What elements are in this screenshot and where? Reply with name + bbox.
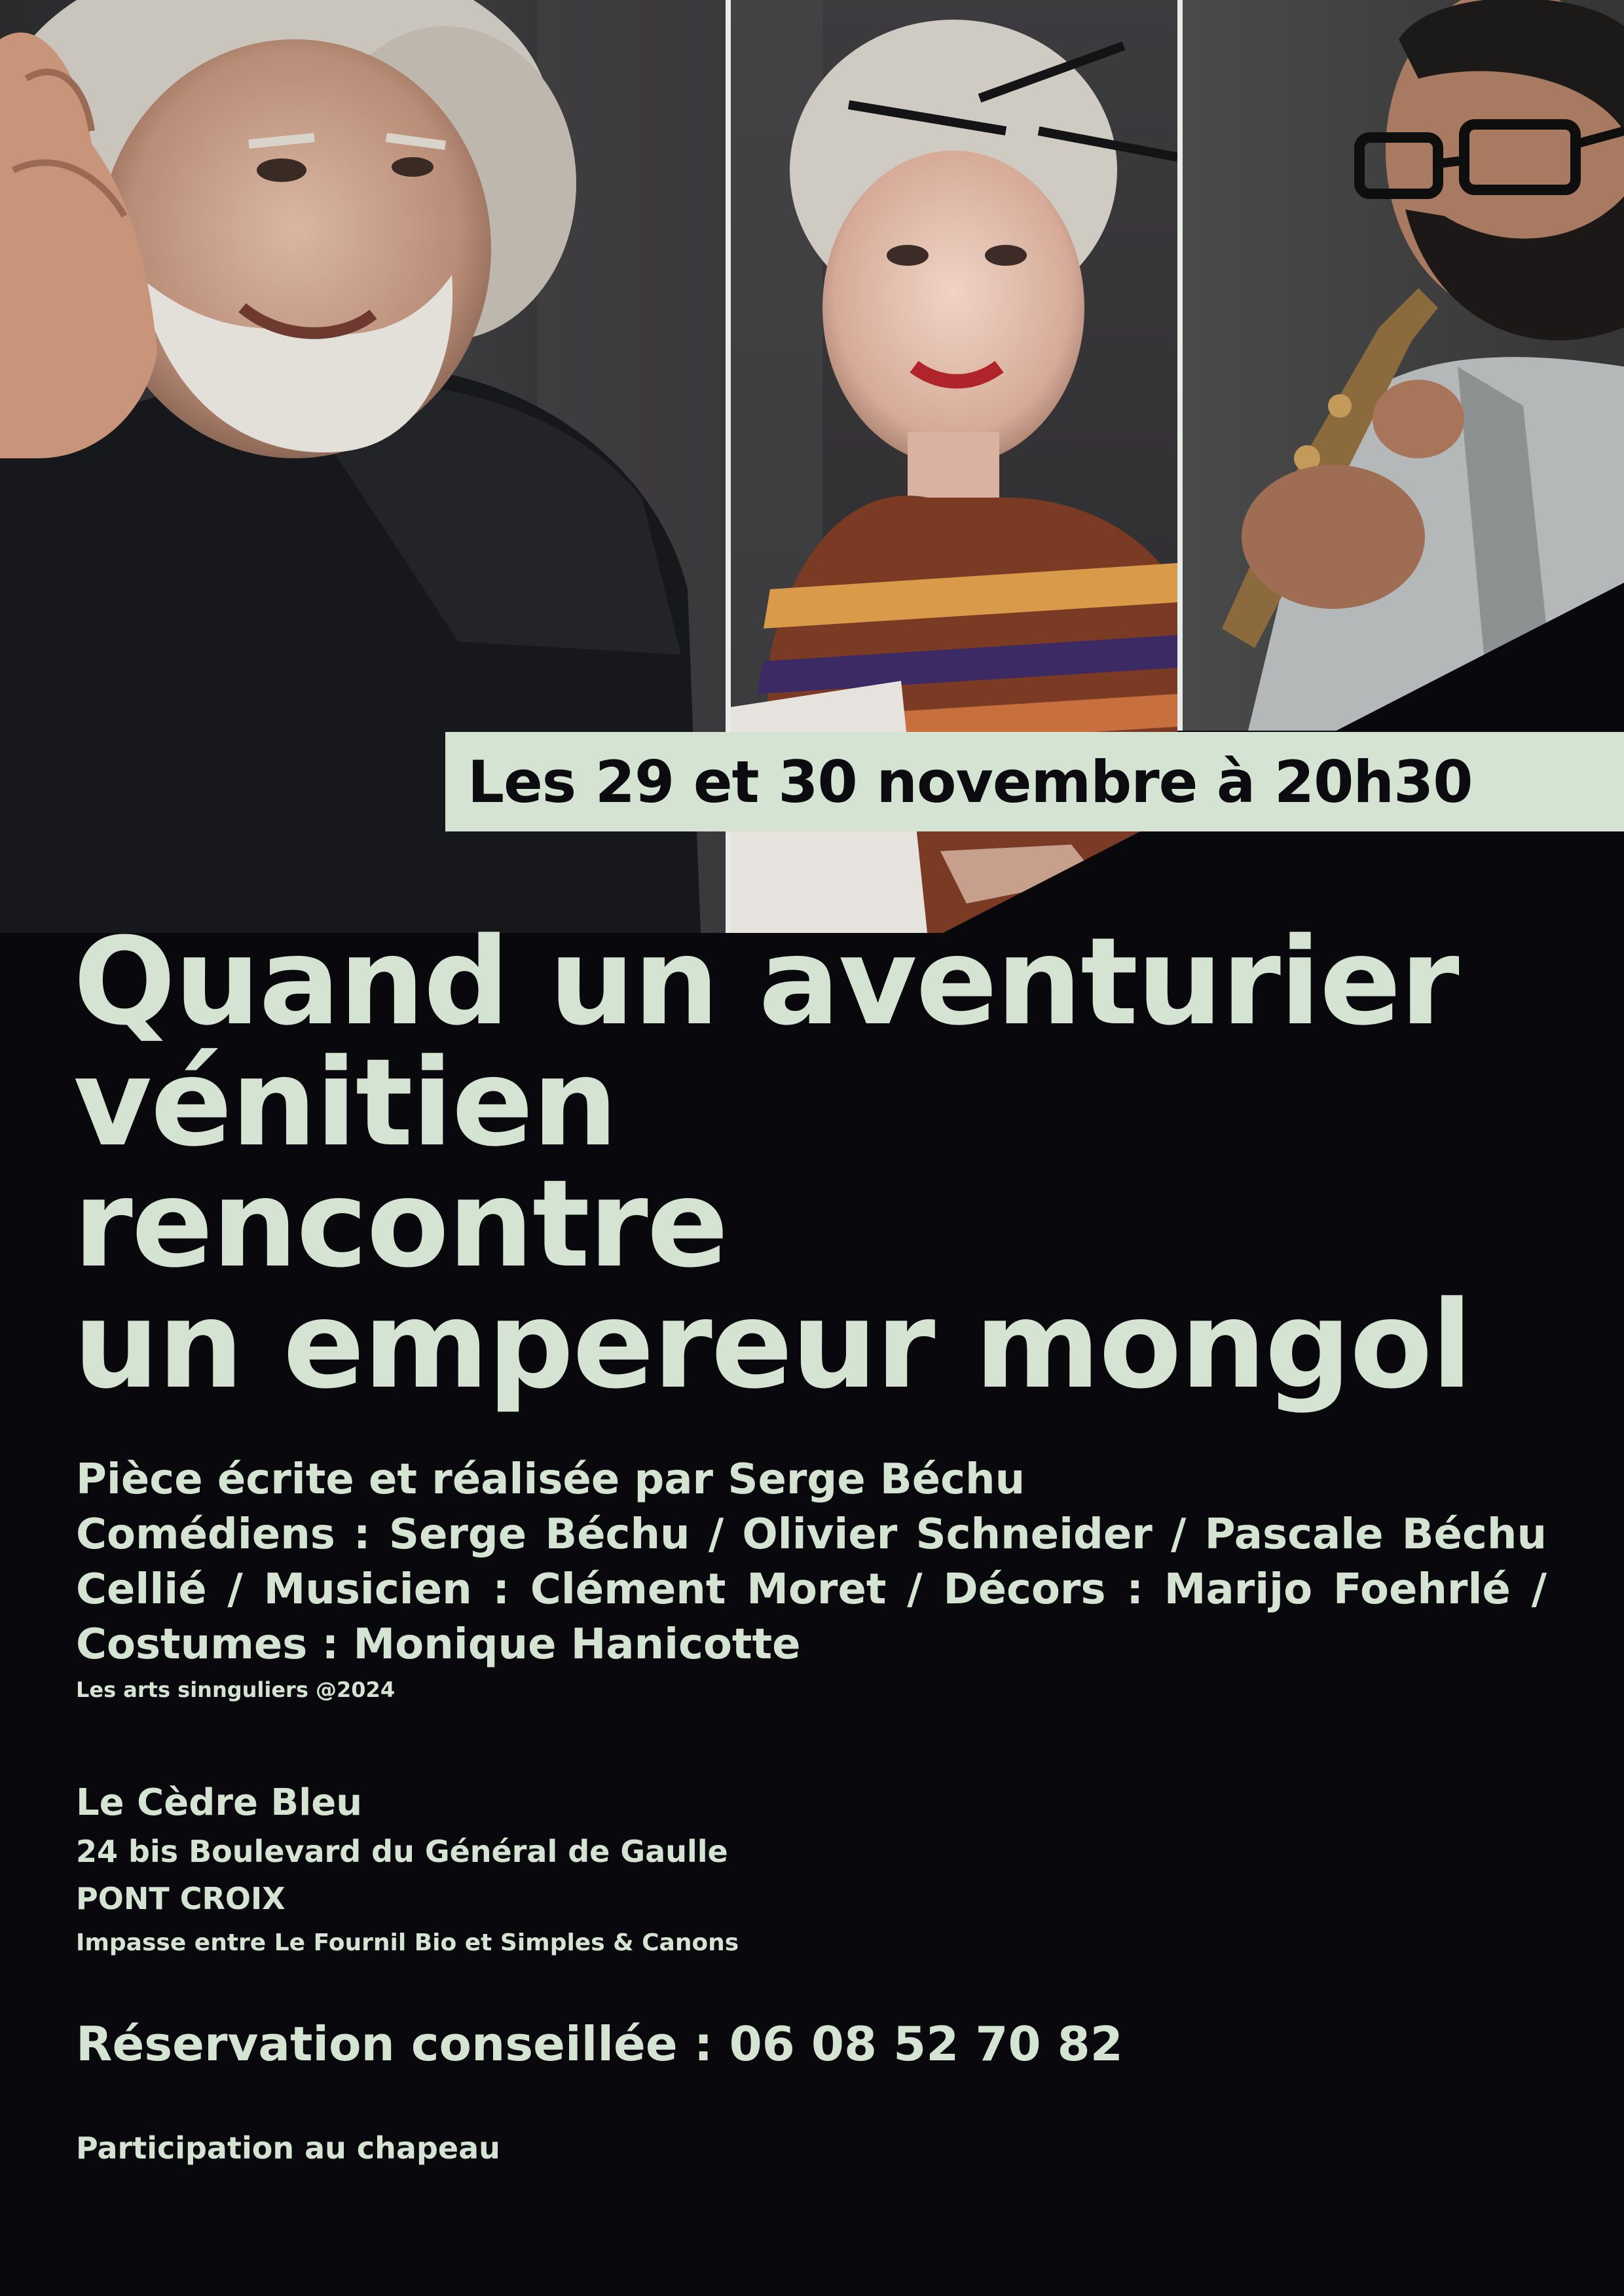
title-line: Quand un aventurier: [73, 912, 1460, 1052]
title-line: un empereur mongol: [73, 1275, 1473, 1415]
reservation-phone: Réservation conseillée : 06 08 52 70 82: [76, 2016, 1123, 2071]
venue-directions: Impasse entre Le Fournil Bio et Simples …: [76, 1929, 739, 1956]
venue-city: PONT CROIX: [76, 1881, 286, 1916]
title-line: rencontre: [73, 1154, 729, 1294]
cast-credits: Comédiens : Serge Béchu / Olivier Schnei…: [76, 1510, 1547, 1669]
copyright: Les arts sinnguliers @2024: [76, 1677, 396, 1702]
title-line: vénitien: [73, 1033, 618, 1173]
participation-note: Participation au chapeau: [76, 2130, 500, 2166]
credits: Pièce écrite et réalisée par Serge Béchu…: [76, 1452, 1547, 1707]
venue-address: 24 bis Boulevard du Général de Gaulle: [76, 1834, 728, 1869]
venue-info: Le Cèdre Bleu 24 bis Boulevard du Généra…: [76, 1778, 739, 1964]
author-credit: Pièce écrite et réalisée par Serge Béchu: [76, 1455, 1025, 1504]
event-date: Les 29 et 30 novembre à 20h30: [468, 748, 1473, 816]
poster: Les 29 et 30 novembre à 20h30 Quand un a…: [0, 0, 1624, 2296]
venue-name: Le Cèdre Bleu: [76, 1781, 363, 1824]
date-banner: Les 29 et 30 novembre à 20h30: [445, 732, 1624, 831]
play-title: Quand un aventurier vénitien rencontre u…: [73, 922, 1579, 1406]
